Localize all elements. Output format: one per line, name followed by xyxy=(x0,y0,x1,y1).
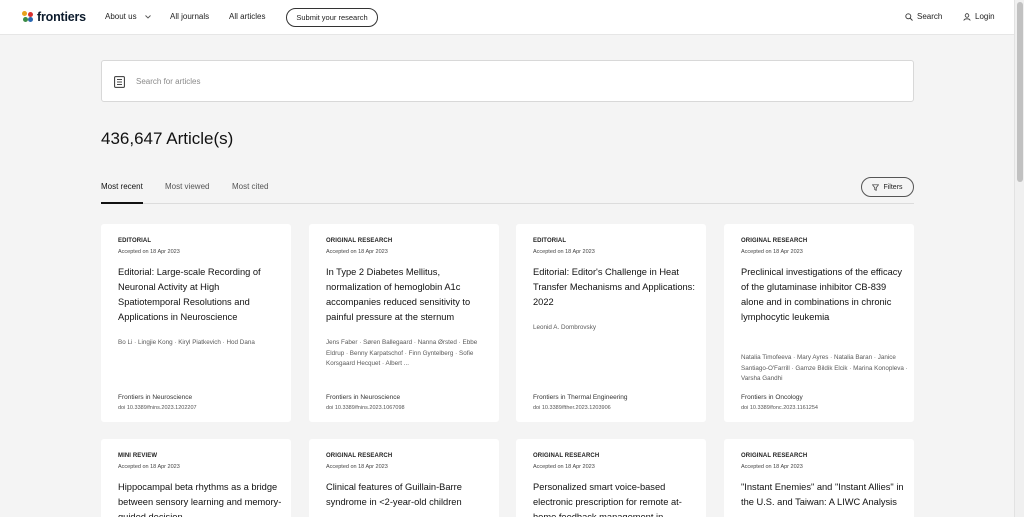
article-doi: doi 10.3389/fther.2023.1203906 xyxy=(533,405,611,411)
article-title[interactable]: Editorial: Large-scale Recording of Neur… xyxy=(118,265,283,325)
article-authors: Bo Li · Lingjie Kong · Kiryl Piatkevich … xyxy=(118,339,255,346)
tab-most-recent[interactable]: Most recent xyxy=(101,182,143,204)
article-date: Accepted on 18 Apr 2023 xyxy=(741,464,803,470)
article-date: Accepted on 18 Apr 2023 xyxy=(326,249,388,255)
header-login-label: Login xyxy=(975,12,995,21)
article-doi: doi 10.3389/fonc.2023.1161254 xyxy=(741,405,818,411)
article-card[interactable]: ORIGINAL RESEARCH Accepted on 18 Apr 202… xyxy=(724,224,914,422)
article-journal[interactable]: Frontiers in Oncology xyxy=(741,394,803,401)
article-journal[interactable]: Frontiers in Neuroscience xyxy=(118,394,192,401)
tab-most-viewed[interactable]: Most viewed xyxy=(165,182,209,202)
tab-most-cited[interactable]: Most cited xyxy=(232,182,268,202)
article-date: Accepted on 18 Apr 2023 xyxy=(741,249,803,255)
header-login-button[interactable]: Login xyxy=(963,12,995,21)
article-card[interactable]: EDITORIAL Accepted on 18 Apr 2023 Editor… xyxy=(101,224,291,422)
article-count: 436,647 Article(s) xyxy=(101,129,234,148)
filters-button[interactable]: Filters xyxy=(861,177,914,197)
article-title[interactable]: Clinical features of Guillain-Barre synd… xyxy=(326,480,491,510)
article-title[interactable]: Preclinical investigations of the effica… xyxy=(741,265,906,325)
article-card[interactable]: ORIGINAL RESEARCH Accepted on 18 Apr 202… xyxy=(724,439,914,517)
article-date: Accepted on 18 Apr 2023 xyxy=(533,464,595,470)
article-type: EDITORIAL xyxy=(118,238,152,244)
article-date: Accepted on 18 Apr 2023 xyxy=(533,249,595,255)
article-title[interactable]: "Instant Enemies" and "Instant Allies" i… xyxy=(741,480,906,510)
article-type: ORIGINAL RESEARCH xyxy=(326,453,393,459)
article-title[interactable]: Editorial: Editor's Challenge in Heat Tr… xyxy=(533,265,698,310)
top-header: frontiers About us All journals All arti… xyxy=(0,0,1014,35)
article-doi: doi 10.3389/fnins.2023.1067098 xyxy=(326,405,405,411)
chevron-down-icon xyxy=(144,14,151,21)
filters-label: Filters xyxy=(883,183,903,191)
page-scrollbar[interactable] xyxy=(1014,0,1024,517)
article-authors: Natalia Timofeeva · Mary Ayres · Natalia… xyxy=(741,354,908,382)
article-authors: Jens Faber · Søren Ballegaard · Nanna Ør… xyxy=(326,339,478,367)
sort-tabs: Most recent Most viewed Most cited xyxy=(101,182,914,204)
article-card[interactable]: EDITORIAL Accepted on 18 Apr 2023 Editor… xyxy=(516,224,706,422)
article-journal[interactable]: Frontiers in Thermal Engineering xyxy=(533,394,628,401)
article-type: ORIGINAL RESEARCH xyxy=(326,238,393,244)
article-search-box[interactable] xyxy=(101,60,914,102)
document-icon xyxy=(114,75,125,93)
article-date: Accepted on 18 Apr 2023 xyxy=(326,464,388,470)
article-doi: doi 10.3389/fnins.2023.1202207 xyxy=(118,405,197,411)
nav-about-us[interactable]: About us xyxy=(105,12,151,21)
article-date: Accepted on 18 Apr 2023 xyxy=(118,249,180,255)
article-title[interactable]: Hippocampal beta rhythms as a bridge bet… xyxy=(118,480,283,517)
scrollbar-thumb[interactable] xyxy=(1017,2,1023,182)
filter-icon xyxy=(872,183,880,191)
search-input[interactable] xyxy=(136,73,896,90)
search-icon xyxy=(905,12,913,21)
article-title[interactable]: Personalized smart voice-based electroni… xyxy=(533,480,698,517)
article-date: Accepted on 18 Apr 2023 xyxy=(118,464,180,470)
user-icon xyxy=(963,12,971,21)
nav-all-articles[interactable]: All articles xyxy=(229,12,265,21)
header-search-button[interactable]: Search xyxy=(905,12,942,21)
article-card[interactable]: ORIGINAL RESEARCH Accepted on 18 Apr 202… xyxy=(516,439,706,517)
header-search-label: Search xyxy=(917,12,943,21)
article-type: ORIGINAL RESEARCH xyxy=(741,238,808,244)
article-title[interactable]: In Type 2 Diabetes Mellitus, normalizati… xyxy=(326,265,491,325)
frontiers-logo[interactable]: frontiers xyxy=(22,10,86,24)
nav-all-journals[interactable]: All journals xyxy=(170,12,209,21)
article-type: MINI REVIEW xyxy=(118,453,158,459)
submit-research-button[interactable]: Submit your research xyxy=(286,8,378,27)
article-card[interactable]: MINI REVIEW Accepted on 18 Apr 2023 Hipp… xyxy=(101,439,291,517)
article-type: ORIGINAL RESEARCH xyxy=(741,453,808,459)
article-authors: Leonid A. Dombrovsky xyxy=(533,324,596,331)
article-type: ORIGINAL RESEARCH xyxy=(533,453,600,459)
nav-about-label: About us xyxy=(105,12,137,21)
frontiers-logo-icon xyxy=(22,11,34,23)
logo-text: frontiers xyxy=(37,10,86,24)
article-type: EDITORIAL xyxy=(533,238,567,244)
article-journal[interactable]: Frontiers in Neuroscience xyxy=(326,394,400,401)
article-card[interactable]: ORIGINAL RESEARCH Accepted on 18 Apr 202… xyxy=(309,439,499,517)
article-card[interactable]: ORIGINAL RESEARCH Accepted on 18 Apr 202… xyxy=(309,224,499,422)
